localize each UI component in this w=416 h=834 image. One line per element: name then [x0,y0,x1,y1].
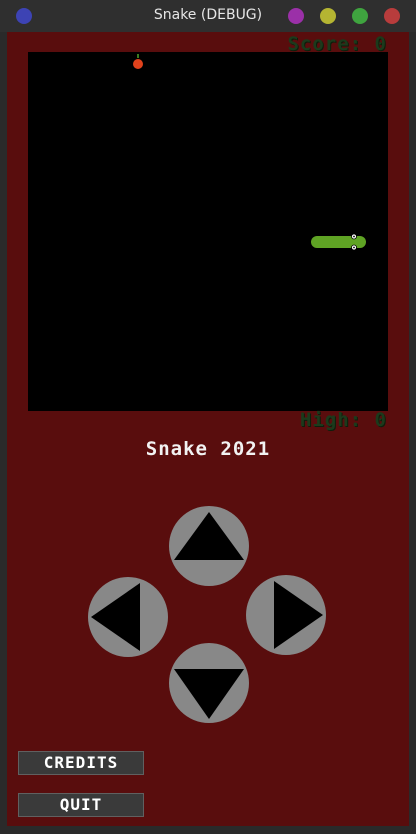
playfield [28,52,388,411]
window-close-dot[interactable] [384,8,400,24]
high-score-label: High: 0 [299,409,387,431]
apple [133,54,143,69]
down-button[interactable] [169,643,249,723]
window-dot-yellow[interactable] [320,8,336,24]
triangle-right-icon [274,581,323,649]
quit-button[interactable]: QUIT [18,793,144,817]
triangle-up-icon [174,512,244,560]
right-button[interactable] [246,575,326,655]
up-button[interactable] [169,506,249,586]
snake [311,233,366,251]
window-dot-purple[interactable] [288,8,304,24]
game-window: Score: 0 High: 0 Snake 2021 CREDITS QUIT [7,32,409,826]
triangle-left-icon [91,583,140,651]
game-title: Snake 2021 [145,438,271,460]
title-bar: Snake (DEBUG) [0,0,416,32]
credits-button[interactable]: CREDITS [18,751,144,775]
window-dot-green[interactable] [352,8,368,24]
triangle-down-icon [174,669,244,719]
left-button[interactable] [88,577,168,657]
